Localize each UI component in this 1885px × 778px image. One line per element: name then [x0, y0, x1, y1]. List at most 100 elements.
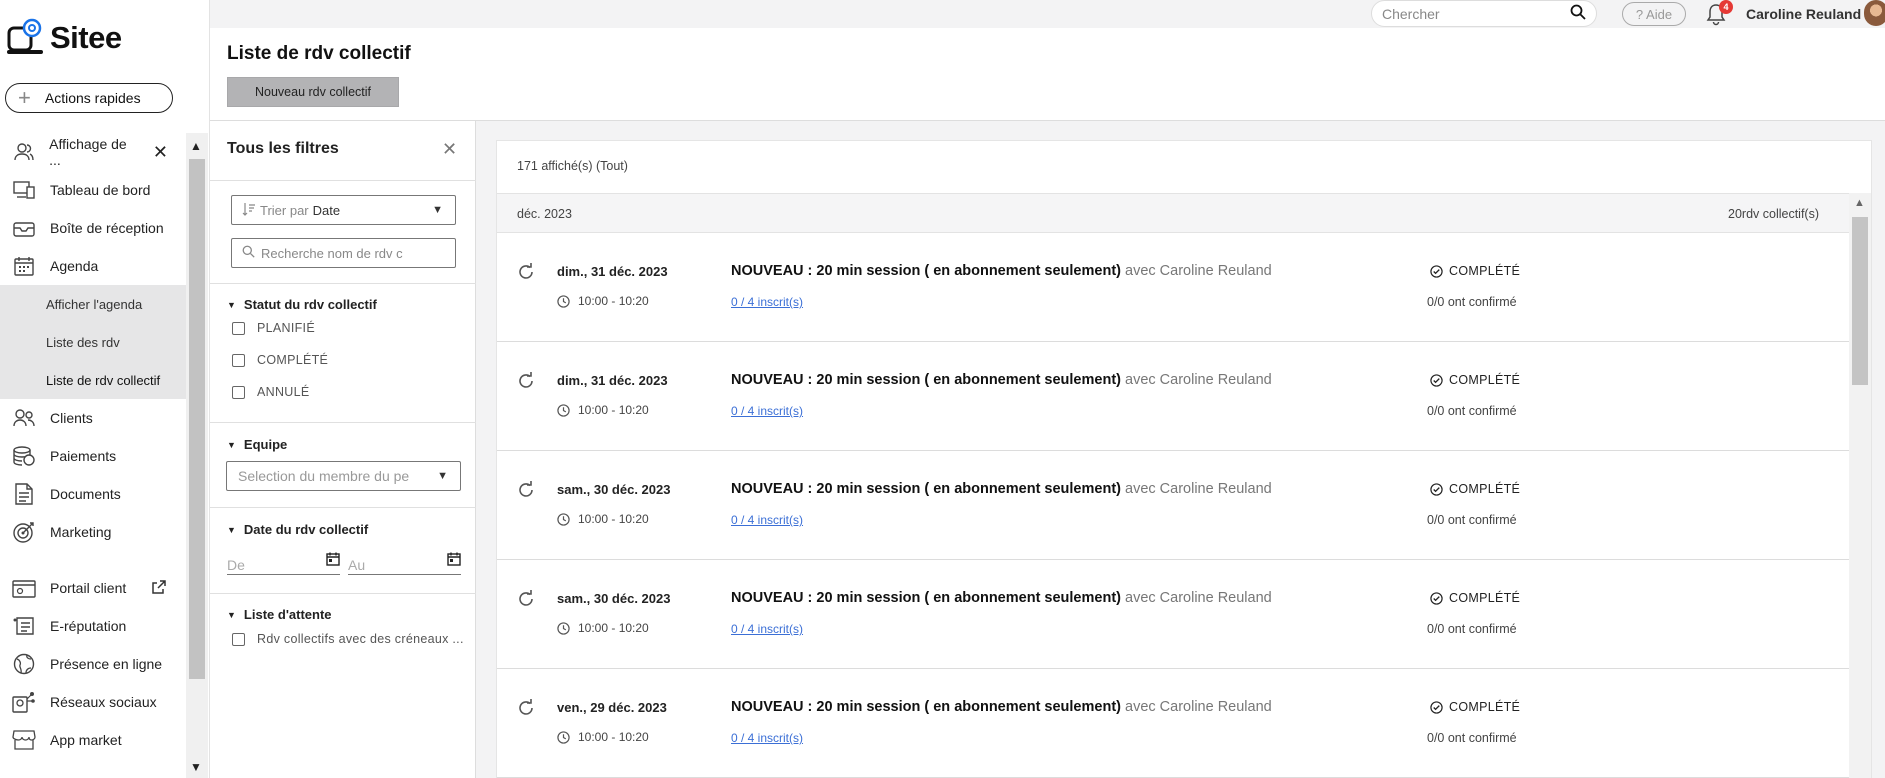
row-title[interactable]: NOUVEAU : 20 min session ( en abonnement…	[731, 590, 1272, 606]
date-to-input[interactable]: Au	[348, 549, 461, 575]
status-badge: COMPLÉTÉ	[1430, 700, 1520, 714]
sidebar-item-portail-client[interactable]: Portail client	[0, 569, 186, 607]
status-text: COMPLÉTÉ	[1449, 373, 1521, 387]
sidebar-item-e-reputation[interactable]: E-réputation	[0, 607, 186, 645]
confirmed-count: 0/0 ont confirmé	[1427, 731, 1517, 745]
sort-value: Date	[312, 202, 341, 218]
list-scroll-thumb[interactable]	[1852, 217, 1868, 385]
calendar-icon[interactable]	[326, 552, 340, 566]
results-count: 171 affiché(s) (Tout)	[517, 159, 628, 173]
sidebar-item-label: Clients	[50, 410, 93, 426]
filters-title: Tous les filtres	[227, 140, 339, 157]
enrolled-link[interactable]: 0 / 4 inscrit(s)	[731, 622, 803, 636]
team-filter-toggle[interactable]: ▼ Equipe	[227, 437, 287, 452]
row-host: avec Caroline Reuland	[1120, 481, 1272, 497]
close-filters-icon[interactable]: ✕	[442, 139, 457, 160]
team-member-select[interactable]: Selection du membre du pe ▼	[226, 461, 461, 491]
status-text: COMPLÉTÉ	[1449, 264, 1521, 278]
sidebar-item-app-market[interactable]: App market	[0, 721, 186, 759]
row-title[interactable]: NOUVEAU : 20 min session ( en abonnement…	[731, 372, 1272, 388]
row-time: 10:00 - 10:20	[557, 512, 649, 526]
checkbox[interactable]	[232, 385, 245, 399]
table-row[interactable]: sam., 30 déc. 2023 10:00 - 10:20 NOUVEAU…	[497, 560, 1849, 669]
sidebar-item-reseaux[interactable]: Réseaux sociaux	[0, 683, 186, 721]
sidebar-item-documents[interactable]: Documents	[0, 475, 186, 513]
topbar: Chercher ? Aide 4 Caroline Reuland	[210, 0, 1885, 28]
sort-select[interactable]: Trier par Date ▼	[231, 195, 456, 225]
filters-panel: Tous les filtres ✕ Trier par Date ▼ Rech…	[210, 121, 476, 778]
sidebar-item-label: App market	[50, 732, 122, 748]
date-filter-toggle[interactable]: ▼ Date du rdv collectif	[227, 522, 368, 537]
check-circle-icon	[1430, 482, 1443, 496]
check-circle-icon	[1430, 700, 1443, 714]
sidebar-subitem-afficher-agenda[interactable]: Afficher l'agenda	[0, 285, 186, 323]
logo[interactable]: Sitee	[6, 18, 122, 58]
row-title[interactable]: NOUVEAU : 20 min session ( en abonnement…	[731, 263, 1272, 279]
confirmed-count: 0/0 ont confirmé	[1427, 622, 1517, 636]
checkbox[interactable]	[232, 321, 245, 335]
caret-down-icon: ▼	[227, 439, 236, 450]
row-title[interactable]: NOUVEAU : 20 min session ( en abonnement…	[731, 699, 1272, 715]
enrolled-link[interactable]: 0 / 4 inscrit(s)	[731, 513, 803, 527]
sidebar-item-label: Boîte de réception	[50, 220, 164, 236]
scroll-up-icon[interactable]: ▲	[1854, 197, 1865, 209]
user-name[interactable]: Caroline Reuland	[1746, 6, 1861, 22]
sidebar-scroll-thumb[interactable]	[189, 159, 205, 679]
scroll-down-icon[interactable]: ▼	[190, 760, 202, 774]
divider	[210, 180, 476, 181]
status-checkbox-annule[interactable]: ANNULÉ	[232, 385, 310, 399]
sidebar-item-label: E-réputation	[50, 618, 127, 634]
sidebar-item-paiements[interactable]: Paiements	[0, 437, 186, 475]
sidebar-subitem-liste-rdv-collectif[interactable]: Liste de rdv collectif	[0, 361, 186, 399]
recurring-icon	[519, 481, 533, 497]
sidebar-item-presence[interactable]: Présence en ligne	[0, 645, 186, 683]
appointments-rows: dim., 31 déc. 2023 10:00 - 10:20 NOUVEAU…	[497, 233, 1849, 778]
global-search-input[interactable]: Chercher	[1371, 0, 1597, 27]
checkbox[interactable]	[232, 632, 245, 646]
table-row[interactable]: dim., 31 déc. 2023 10:00 - 10:20 NOUVEAU…	[497, 233, 1849, 342]
external-link-icon[interactable]	[152, 579, 167, 597]
calendar-icon[interactable]	[447, 552, 461, 566]
table-row[interactable]: ven., 29 déc. 2023 10:00 - 10:20 NOUVEAU…	[497, 669, 1849, 778]
status-checkbox-planifie[interactable]: PLANIFIÉ	[232, 321, 315, 335]
sidebar-item-dashboard[interactable]: Tableau de bord	[0, 171, 186, 209]
status-filter-toggle[interactable]: ▼ Statut du rdv collectif	[227, 297, 377, 312]
filter-search-input[interactable]: Recherche nom de rdv c	[231, 238, 456, 268]
clock-icon	[557, 621, 570, 635]
check-circle-icon	[1430, 373, 1443, 387]
sidebar-subitem-liste-rdv[interactable]: Liste des rdv	[0, 323, 186, 361]
sidebar-scrollbar[interactable]: ▲ ▼	[186, 133, 208, 778]
help-button[interactable]: ? Aide	[1622, 2, 1686, 26]
table-row[interactable]: dim., 31 déc. 2023 10:00 - 10:20 NOUVEAU…	[497, 342, 1849, 451]
sidebar-item-agenda[interactable]: Agenda	[0, 247, 186, 285]
sidebar-item-label: Réseaux sociaux	[50, 694, 157, 710]
row-title[interactable]: NOUVEAU : 20 min session ( en abonnement…	[731, 481, 1272, 497]
table-row[interactable]: sam., 30 déc. 2023 10:00 - 10:20 NOUVEAU…	[497, 451, 1849, 560]
enrolled-link[interactable]: 0 / 4 inscrit(s)	[731, 404, 803, 418]
checkbox[interactable]	[232, 353, 245, 367]
waitlist-checkbox[interactable]: Rdv collectifs avec des créneaux ...	[232, 632, 464, 646]
status-checkbox-complete[interactable]: COMPLÉTÉ	[232, 353, 328, 367]
status-badge: COMPLÉTÉ	[1430, 482, 1520, 496]
list-scrollbar[interactable]: ▲	[1849, 193, 1871, 778]
quick-actions-button[interactable]: + Actions rapides	[5, 83, 173, 113]
search-icon[interactable]	[1570, 4, 1586, 23]
scroll-up-icon[interactable]: ▲	[190, 139, 202, 153]
sidebar-item-marketing[interactable]: Marketing	[0, 513, 186, 551]
date-from-input[interactable]: De	[227, 549, 340, 575]
waitlist-filter-toggle[interactable]: ▼ Liste d'attente	[227, 607, 332, 622]
row-host: avec Caroline Reuland	[1120, 590, 1272, 606]
month-label: déc. 2023	[517, 207, 572, 221]
sidebar-item-inbox[interactable]: Boîte de réception	[0, 209, 186, 247]
enrolled-link[interactable]: 0 / 4 inscrit(s)	[731, 731, 803, 745]
divider	[210, 422, 476, 423]
new-group-appointment-button[interactable]: Nouveau rdv collectif	[227, 77, 399, 107]
sidebar-item-affichage[interactable]: Affichage de ... ✕	[0, 133, 186, 171]
close-icon[interactable]: ✕	[153, 142, 168, 163]
date-to-placeholder: Au	[348, 557, 366, 573]
enrolled-link[interactable]: 0 / 4 inscrit(s)	[731, 295, 803, 309]
check-circle-icon	[1430, 591, 1443, 605]
sidebar-item-clients[interactable]: Clients	[0, 399, 186, 437]
avatar[interactable]	[1864, 0, 1885, 26]
status-filter-title: Statut du rdv collectif	[243, 297, 377, 312]
